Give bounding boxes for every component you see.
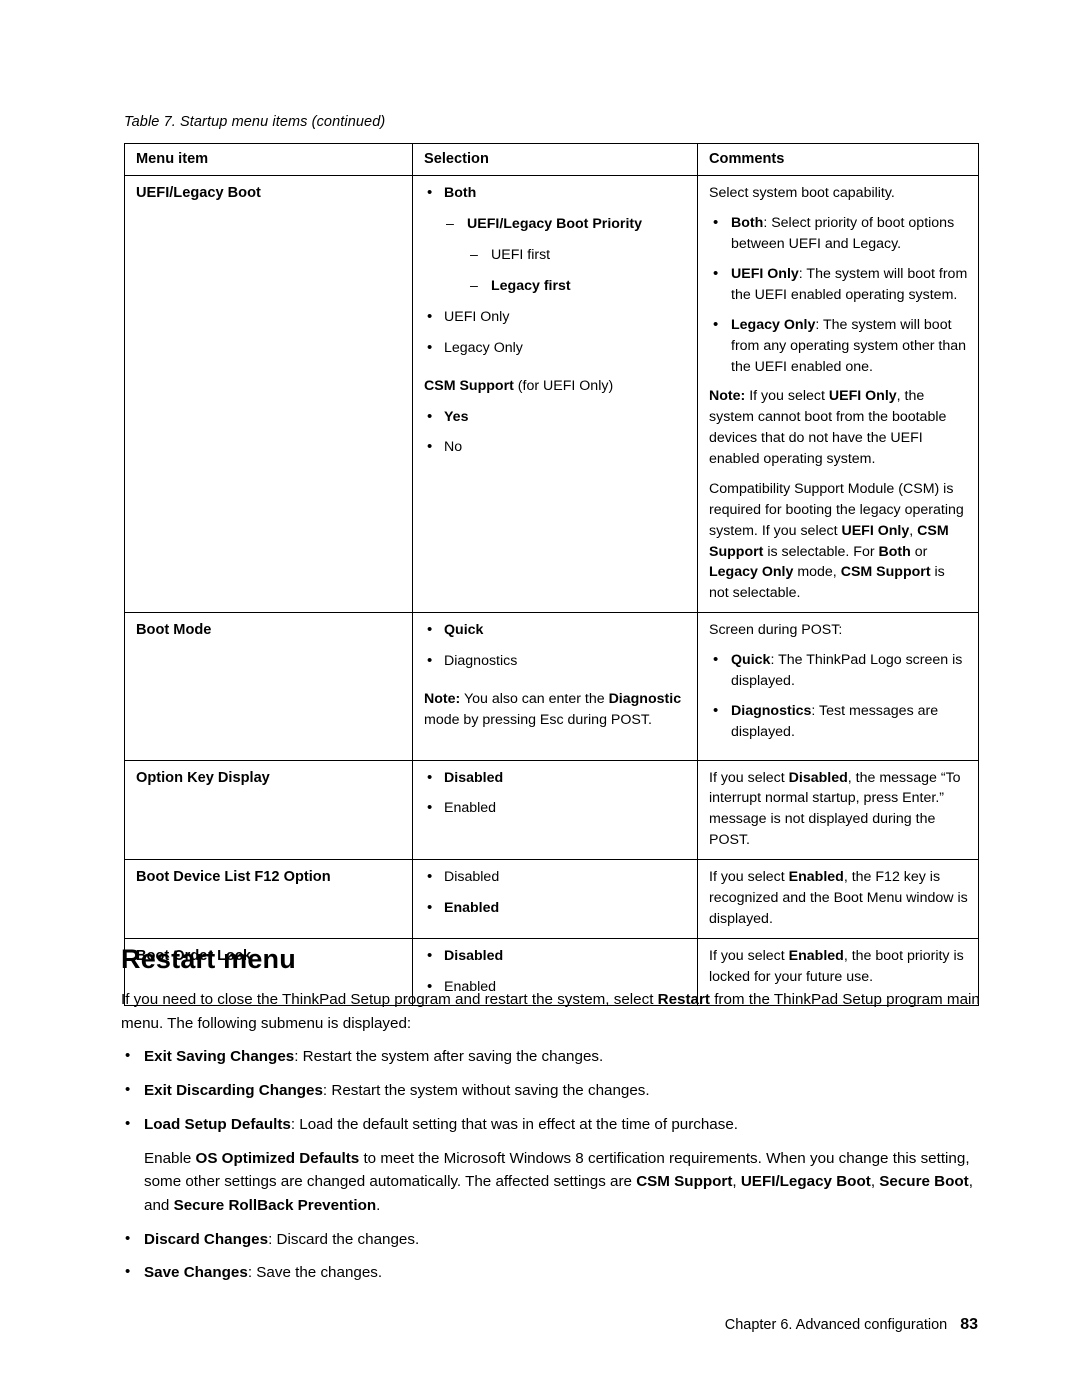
list-item: Discard Changes: Discard the changes.	[121, 1227, 983, 1252]
comment-bullet: Quick: The ThinkPad Logo screen is displ…	[709, 649, 968, 692]
cell-selection: Disabled Enabled	[412, 859, 698, 939]
selection-subheading: CSM Support (for UEFI Only)	[424, 377, 614, 394]
comment-text: If you select Enabled, the boot priority…	[709, 947, 964, 985]
list-item: Load Setup Defaults: Load the default se…	[121, 1112, 983, 1137]
cell-comments: Select system boot capability. Both: Sel…	[697, 175, 979, 614]
comment-text: If you select Enabled, the F12 key is re…	[709, 869, 968, 927]
comment-text: Select system boot capability.	[709, 185, 895, 202]
selection-option: Enabled	[424, 797, 687, 819]
column-header-menu-item: Menu item	[124, 142, 413, 177]
comment-text: If you select Disabled, the message “To …	[709, 769, 961, 849]
menu-item-label: Boot Device List F12 Option	[136, 869, 331, 886]
selection-option: UEFI first	[424, 245, 687, 266]
selection-option: Disabled	[424, 866, 687, 888]
comment-bullet: Both: Select priority of boot options be…	[709, 212, 968, 255]
selection-option: No	[424, 436, 687, 458]
comment-note: Note: If you select UEFI Only, the syste…	[709, 388, 947, 468]
comment-bullet: Diagnostics: Test messages are displayed…	[709, 700, 968, 743]
list-item: Exit Saving Changes: Restart the system …	[121, 1044, 983, 1069]
column-header-selection: Selection	[412, 142, 698, 177]
cell-menu-item: Option Key Display	[124, 759, 413, 861]
selection-option: Disabled	[424, 767, 687, 789]
cell-comments: If you select Enabled, the F12 key is re…	[697, 859, 979, 939]
page-title: Restart menu	[121, 944, 296, 974]
table-row: Boot Device List F12 Option Disabled Ena…	[124, 859, 979, 939]
document-page: Table 7. Startup menu items (continued) …	[0, 0, 1080, 1397]
cell-selection: Quick Diagnostics Note: You also can ent…	[412, 612, 698, 761]
menu-item-label: Option Key Display	[136, 769, 270, 786]
cell-comments: If you select Disabled, the message “To …	[697, 759, 979, 861]
selection-option: Diagnostics	[424, 650, 687, 672]
cell-comments: Screen during POST: Quick: The ThinkPad …	[697, 612, 979, 761]
selection-note: Note: You also can enter the Diagnostic …	[424, 690, 682, 728]
selection-option: Disabled	[424, 945, 687, 967]
selection-option: Yes	[424, 406, 687, 428]
selection-option: Legacy Only	[424, 337, 687, 359]
os-optimized-defaults-note: Enable OS Optimized Defaults to meet the…	[144, 1149, 973, 1214]
restart-menu-section: If you need to close the ThinkPad Setup …	[121, 988, 983, 1295]
selection-option: Enabled	[424, 897, 687, 919]
table-row: UEFI/Legacy Boot Both UEFI/Legacy Boot P…	[124, 175, 979, 614]
menu-item-label: Boot Mode	[136, 622, 212, 639]
comment-text: Screen during POST:	[709, 622, 843, 639]
selection-option: Legacy first	[424, 276, 687, 297]
footer-page-number: 83	[960, 1316, 978, 1333]
comment-text: Compatibility Support Module (CSM) is re…	[709, 480, 964, 602]
startup-menu-items-table: Menu item Selection Comments UEFI/Legacy…	[124, 142, 979, 1007]
intro-paragraph: If you need to close the ThinkPad Setup …	[121, 991, 980, 1032]
cell-menu-item: Boot Device List F12 Option	[124, 859, 413, 939]
comment-bullet: UEFI Only: The system will boot from the…	[709, 263, 968, 306]
table-row: Boot Mode Quick Diagnostics Note: You al…	[124, 612, 979, 761]
cell-menu-item: UEFI/Legacy Boot	[124, 175, 413, 614]
table-caption: Table 7. Startup menu items (continued)	[124, 114, 386, 130]
cell-menu-item: Boot Mode	[124, 612, 413, 761]
menu-item-label: UEFI/Legacy Boot	[136, 185, 261, 202]
column-header-comments: Comments	[697, 142, 979, 177]
selection-option: UEFI/Legacy Boot Priority	[424, 214, 687, 235]
selection-option: Both	[424, 182, 687, 204]
footer-chapter: Chapter 6. Advanced configuration	[724, 1317, 948, 1333]
list-item: Exit Discarding Changes: Restart the sys…	[121, 1078, 983, 1103]
list-item: Save Changes: Save the changes.	[121, 1260, 983, 1285]
selection-option: UEFI Only	[424, 306, 687, 328]
table-header-row: Menu item Selection Comments	[124, 142, 979, 177]
page-footer: Chapter 6. Advanced configuration 83	[725, 1316, 978, 1334]
selection-option: Quick	[424, 619, 687, 641]
table-row: Option Key Display Disabled Enabled If y…	[124, 759, 979, 861]
comment-bullet: Legacy Only: The system will boot from a…	[709, 314, 968, 378]
cell-selection: Disabled Enabled	[412, 759, 698, 861]
cell-selection: Both UEFI/Legacy Boot Priority UEFI firs…	[412, 175, 698, 614]
